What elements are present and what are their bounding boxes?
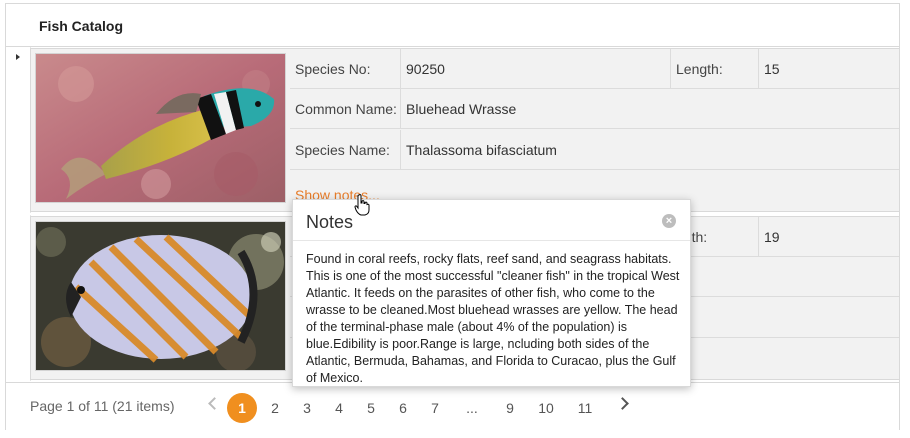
grid-title: Fish Catalog bbox=[39, 18, 124, 34]
pager: Page 1 of 11 (21 items) 1 2 3 4 5 6 7 ..… bbox=[6, 382, 899, 430]
table-row[interactable]: Species No: 90250 Length: 15 Common Name… bbox=[6, 47, 900, 213]
page-button-3[interactable]: 3 bbox=[300, 393, 314, 423]
common-name-value: Bluehead Wrasse bbox=[406, 101, 517, 117]
species-name-value: Thalassoma bifasciatum bbox=[406, 142, 557, 158]
notes-popup: Notes × Found in coral reefs, rocky flat… bbox=[292, 199, 691, 387]
common-name-label: Common Name: bbox=[290, 89, 401, 129]
page-button-2[interactable]: 2 bbox=[268, 393, 282, 423]
focused-row-arrow-icon bbox=[16, 54, 20, 60]
prev-page-icon[interactable] bbox=[208, 397, 221, 410]
page-button-9[interactable]: 9 bbox=[503, 393, 517, 423]
notes-popup-text: Found in coral reefs, rocky flats, reef … bbox=[306, 252, 680, 385]
grid-header: Fish Catalog bbox=[6, 4, 899, 47]
species-name-label: Species Name: bbox=[290, 130, 401, 170]
page-button-7[interactable]: 7 bbox=[428, 393, 442, 423]
page-button-11[interactable]: 11 bbox=[575, 393, 595, 423]
row-expand-cell[interactable] bbox=[6, 215, 31, 381]
info-row: Common Name: Bluehead Wrasse bbox=[290, 89, 899, 129]
page-button-10[interactable]: 10 bbox=[535, 393, 557, 423]
length-value: 19 bbox=[764, 229, 780, 245]
page-ellipsis-button[interactable]: ... bbox=[462, 393, 482, 423]
info-row: Species No: 90250 Length: 15 bbox=[290, 49, 899, 89]
species-no-label: Species No: bbox=[290, 49, 401, 89]
page-button-4[interactable]: 4 bbox=[332, 393, 346, 423]
fish-photo-butterflyfish bbox=[35, 221, 286, 371]
page-button-1[interactable]: 1 bbox=[227, 393, 257, 423]
length-value: 15 bbox=[764, 61, 780, 77]
fish-detail-card: Species No: 90250 Length: 15 Common Name… bbox=[30, 48, 900, 212]
page-button-5[interactable]: 5 bbox=[364, 393, 378, 423]
species-no-value: 90250 bbox=[401, 49, 671, 89]
hand-pointer-cursor-icon bbox=[354, 194, 370, 216]
popup-divider bbox=[293, 240, 690, 241]
info-row: Species Name: Thalassoma bifasciatum bbox=[290, 130, 899, 170]
pager-summary: Page 1 of 11 (21 items) bbox=[30, 398, 175, 414]
page-button-6[interactable]: 6 bbox=[396, 393, 410, 423]
close-icon[interactable]: × bbox=[662, 214, 676, 228]
next-page-icon[interactable] bbox=[616, 397, 629, 410]
notes-popup-title: Notes bbox=[306, 212, 354, 232]
length-label: Length: bbox=[671, 49, 759, 89]
fish-photo-bluehead-wrasse bbox=[35, 53, 286, 203]
row-expand-cell[interactable] bbox=[6, 47, 31, 213]
